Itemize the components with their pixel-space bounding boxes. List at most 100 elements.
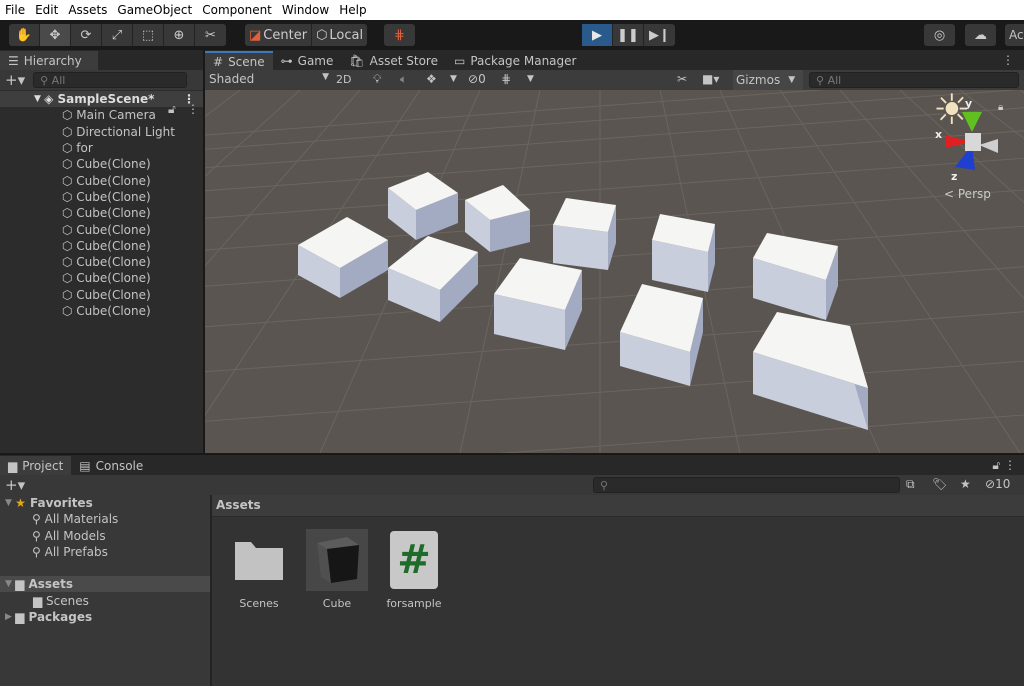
y-axis-cone[interactable] [962, 112, 982, 132]
hierarchy-item[interactable]: ⬡ Cube(Clone) [0, 156, 203, 172]
orientation-gizmo[interactable]: y x z < Persp [930, 95, 1020, 201]
move-tool-button[interactable]: ✥ [40, 24, 71, 46]
gizmos-dropdown[interactable]: Gizmos ▼ [733, 70, 803, 90]
camera-icon[interactable]: ■▾ [702, 72, 719, 86]
add-dropdown-button[interactable]: +▾ [5, 71, 25, 89]
hierarchy-item[interactable]: ⬡ Cube(Clone) [0, 270, 203, 286]
filter-type-icon[interactable]: ⧉ [906, 477, 915, 492]
grid-dropdown-icon[interactable]: ▼ [527, 74, 534, 84]
scene-canvas[interactable] [205, 90, 1024, 453]
hierarchy-item[interactable]: ⬡ Cube(Clone) [0, 303, 203, 319]
effects-icon[interactable]: ❖ [426, 72, 437, 86]
menu-window[interactable]: Window [277, 3, 334, 17]
asset-forsample[interactable]: # forsample [382, 529, 446, 610]
menu-assets[interactable]: Assets [63, 3, 112, 17]
hierarchy-item[interactable]: ⬡ Cube(Clone) [0, 205, 203, 221]
projection-toggle[interactable]: < Persp [944, 187, 991, 201]
tab-game[interactable]: ⊶ Game [273, 51, 342, 70]
packages-folder-row[interactable]: ▶ ▆ Packages [0, 609, 210, 625]
assets-folder-row[interactable]: ▼ ▆ Assets [0, 576, 210, 593]
search-icon: ⚲ [600, 478, 609, 492]
hierarchy-item[interactable]: ⬡ for [0, 140, 203, 156]
scale-tool-button[interactable]: ⤢ [102, 24, 133, 46]
tab-hierarchy[interactable]: ☰ Hierarchy [0, 51, 98, 70]
hand-tool-button[interactable]: ✋ [9, 24, 40, 46]
menu-edit[interactable]: Edit [30, 3, 63, 17]
gizmo-center-cube[interactable] [965, 133, 981, 151]
hidden-objects-button[interactable]: ⊘0 [468, 72, 486, 86]
create-dropdown-button[interactable]: +▾ [5, 476, 25, 494]
gameobject-cube-icon: ⬡ [62, 222, 77, 237]
asset-scenes[interactable]: Scenes [227, 529, 291, 610]
scene-search-input[interactable]: ⚲ All [809, 72, 1019, 88]
pivot-center-button[interactable]: ◪ Center [245, 24, 313, 46]
console-icon: ▤ [79, 458, 91, 473]
tab-project[interactable]: ▆ Project [0, 456, 72, 475]
hierarchy-item[interactable]: ⬡ Cube(Clone) [0, 287, 203, 303]
favorite-item[interactable]: ⚲ All Materials [0, 511, 210, 527]
draw-mode-dropdown[interactable]: Shaded ▼ [209, 72, 329, 86]
collab-button[interactable]: ◎ [924, 24, 955, 46]
search-icon: ⚲ [32, 545, 45, 560]
hierarchy-item[interactable]: ⬡ Cube(Clone) [0, 221, 203, 237]
grid-line [205, 90, 301, 177]
hierarchy-item[interactable]: ⬡ Cube(Clone) [0, 189, 203, 205]
rotate-tool-button[interactable]: ⟳ [71, 24, 102, 46]
lock-icon[interactable]: 🔓︎ ⋮ [992, 458, 1016, 473]
grid-toggle-icon[interactable]: ⋕ [501, 72, 511, 86]
tab-asset-store[interactable]: 🛍︎ Asset Store [341, 51, 446, 70]
hierarchy-search-input[interactable]: ⚲ All [33, 72, 188, 88]
menu-file[interactable]: File [0, 3, 30, 17]
transform-tool-button[interactable]: ⊕ [164, 24, 195, 46]
tab-package-manager[interactable]: ▭ Package Manager [446, 51, 585, 70]
project-search-input[interactable]: ⚲ [593, 477, 900, 493]
play-button[interactable]: ▶ [582, 24, 613, 46]
grid-snap-button[interactable]: ⋕ [384, 24, 415, 46]
neg-x-cone[interactable] [979, 139, 998, 153]
custom-tool-button[interactable]: ✂ [195, 24, 226, 46]
favorites-row[interactable]: ▼ ★ Favorites [0, 495, 210, 511]
hidden-packages-button[interactable]: ⊘10 [985, 477, 1010, 491]
label-tag-icon[interactable]: 🏷︎ [932, 477, 947, 491]
account-button[interactable]: Ac [1005, 24, 1024, 46]
search-icon: ⚲ [816, 73, 828, 87]
favorite-star-icon[interactable]: ★ [960, 477, 971, 491]
hierarchy-item[interactable]: ⬡ Cube(Clone) [0, 172, 203, 188]
pivot-group: ◪ Center ⬡ Local [245, 24, 368, 46]
audio-icon[interactable]: 🔈︎ [400, 72, 407, 87]
breadcrumb[interactable]: Assets [212, 495, 1024, 517]
lighting-icon[interactable]: 💡︎ [373, 72, 381, 87]
hidden-count: 10 [995, 477, 1011, 491]
scene-more-icon[interactable]: ⋮ [1002, 53, 1014, 67]
tab-label: Project [22, 458, 64, 473]
search-icon: ⚲ [40, 73, 52, 87]
favorite-item[interactable]: ⚲ All Prefabs [0, 544, 210, 560]
tab-console[interactable]: ▤ Console [71, 456, 151, 475]
lock-icon[interactable]: 🔓︎ [168, 102, 176, 117]
menu-component[interactable]: Component [197, 3, 277, 17]
tab-label: Asset Store [369, 53, 438, 68]
tab-label: Console [95, 458, 144, 473]
cloud-button[interactable]: ☁ [965, 24, 996, 46]
hierarchy-item[interactable]: ⬡ Cube(Clone) [0, 254, 203, 270]
tools-icon[interactable]: ✂ [677, 72, 687, 86]
more-menu-icon[interactable]: ⋮ [187, 102, 199, 116]
scene-viewport[interactable]: ☀ 🔒︎ y x z < Persp [205, 90, 1024, 453]
menu-gameobject[interactable]: GameObject [112, 3, 197, 17]
step-button[interactable]: ▶❙ [644, 24, 675, 46]
pause-button[interactable]: ❚❚ [613, 24, 644, 46]
tab-scene[interactable]: # Scene [205, 51, 273, 70]
splitter[interactable] [210, 495, 212, 686]
draw-mode-label: Shaded [209, 72, 255, 86]
hierarchy-item[interactable]: ⬡ Directional Light [0, 124, 203, 140]
hierarchy-item[interactable]: ⬡ Cube(Clone) [0, 238, 203, 254]
effects-dropdown-icon[interactable]: ▼ [450, 74, 457, 84]
rect-tool-button[interactable]: ⬚ [133, 24, 164, 46]
favorite-item[interactable]: ⚲ All Models [0, 528, 210, 544]
scale-icon: ⤢ [111, 27, 123, 43]
menu-help[interactable]: Help [334, 3, 371, 17]
toggle-2d-button[interactable]: 2D [336, 73, 351, 86]
scenes-folder-row[interactable]: ▆ Scenes [0, 592, 210, 608]
asset-cube[interactable]: Cube [305, 529, 369, 610]
pivot-local-button[interactable]: ⬡ Local [312, 24, 367, 46]
